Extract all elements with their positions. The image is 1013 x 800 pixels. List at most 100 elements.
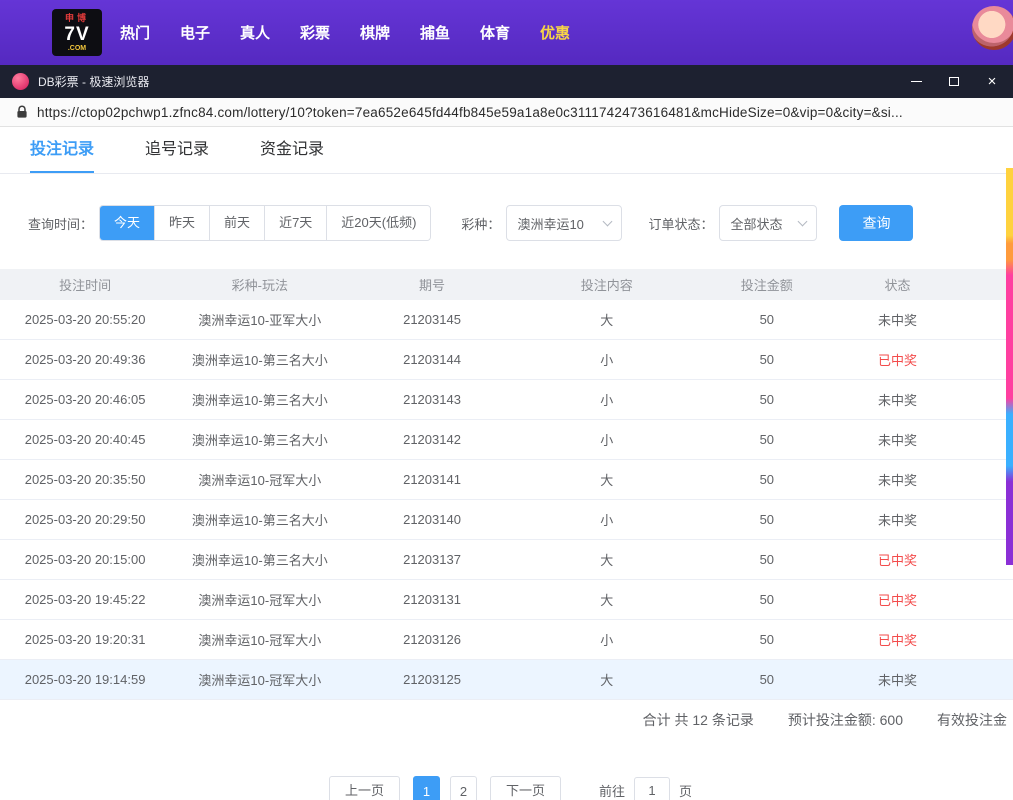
cell-issue: 21203137 [349,552,514,567]
cell-status: 已中奖 [835,550,961,569]
window-controls: × [897,65,1011,98]
pagination: 上一页 1 2 下一页 前往 页 [0,776,1013,800]
tab-fund-records[interactable]: 资金记录 [260,128,324,173]
cell-issue: 21203126 [349,632,514,647]
cell-time: 2025-03-20 20:40:45 [0,432,170,447]
maximize-button[interactable] [935,65,973,98]
cell-status: 未中奖 [835,390,961,409]
logo-main-text: 7V [64,25,89,44]
tab-bet-records[interactable]: 投注记录 [30,128,94,173]
time-filter-label: 查询时间： [28,214,93,233]
cell-game: 澳洲幸运10-第三名大小 [170,550,349,569]
table-row: 2025-03-20 20:40:45 澳洲幸运10-第三名大小 2120314… [0,420,1013,460]
cell-amount: 50 [699,472,835,487]
nav-item-slots[interactable]: 电子 [180,22,210,43]
cell-game: 澳洲幸运10-冠军大小 [170,630,349,649]
cell-game: 澳洲幸运10-冠军大小 [170,470,349,489]
page-number-2[interactable]: 2 [450,776,477,800]
url-text: https://ctop02pchwp1.zfnc84.com/lottery/… [37,105,903,120]
table-row-hovered: 2025-03-20 19:14:59 澳洲幸运10-冠军大小 21203125… [0,660,1013,700]
maximize-icon [949,77,959,86]
minimize-button[interactable] [897,65,935,98]
time-option-yesterday[interactable]: 昨天 [154,206,209,240]
search-button[interactable]: 查询 [839,205,913,241]
prev-page-button[interactable]: 上一页 [329,776,400,800]
page-number-1[interactable]: 1 [413,776,440,800]
cell-time: 2025-03-20 20:29:50 [0,512,170,527]
cell-issue: 21203131 [349,592,514,607]
cell-issue: 21203143 [349,392,514,407]
nav-item-sports[interactable]: 体育 [480,22,510,43]
table-header-row: 投注时间 彩种-玩法 期号 投注内容 投注金额 状态 [0,269,1013,300]
order-status-select-value: 全部状态 [730,214,782,233]
cell-amount: 50 [699,592,835,607]
main-nav: 热门 电子 真人 彩票 棋牌 捕鱼 体育 优惠 [120,0,570,65]
screen: 申博 7V .COM 热门 电子 真人 彩票 棋牌 捕鱼 体育 优惠 DB彩票 … [0,0,1013,800]
header-cell-issue: 期号 [349,275,514,294]
cell-time: 2025-03-20 20:35:50 [0,472,170,487]
nav-item-promo[interactable]: 优惠 [540,22,570,43]
cell-game: 澳洲幸运10-第三名大小 [170,510,349,529]
cell-issue: 21203141 [349,472,514,487]
cell-time: 2025-03-20 20:55:20 [0,312,170,327]
cell-issue: 21203144 [349,352,514,367]
cell-issue: 21203140 [349,512,514,527]
chevron-down-icon [798,216,808,226]
table-row: 2025-03-20 20:35:50 澳洲幸运10-冠军大小 21203141… [0,460,1013,500]
tab-chase-records[interactable]: 追号记录 [145,128,209,173]
summary-total: 合计 共 12 条记录 [643,710,754,730]
goto-page-input[interactable] [634,777,670,800]
summary-expected: 预计投注金额: 600 [788,710,903,730]
close-button[interactable]: × [973,65,1011,98]
cell-game: 澳洲幸运10-第三名大小 [170,350,349,369]
cell-status: 未中奖 [835,470,961,489]
table-row: 2025-03-20 19:45:22 澳洲幸运10-冠军大小 21203131… [0,580,1013,620]
nav-item-live[interactable]: 真人 [240,22,270,43]
logo-top-text: 申博 [65,14,89,23]
cell-game: 澳洲幸运10-第三名大小 [170,390,349,409]
filter-bar: 查询时间： 今天 昨天 前天 近7天 近20天(低频) 彩种： 澳洲幸运10 订… [28,205,1013,241]
cell-status: 已中奖 [835,630,961,649]
table-row: 2025-03-20 20:49:36 澳洲幸运10-第三名大小 2120314… [0,340,1013,380]
cell-content: 大 [515,550,699,569]
cell-status: 已中奖 [835,350,961,369]
site-logo[interactable]: 申博 7V .COM [52,9,102,56]
time-option-today[interactable]: 今天 [100,206,154,240]
nav-item-fishing[interactable]: 捕鱼 [420,22,450,43]
lottery-select[interactable]: 澳洲幸运10 [506,205,622,241]
cell-game: 澳洲幸运10-亚军大小 [170,310,349,329]
lock-icon [16,105,28,119]
table-row: 2025-03-20 20:55:20 澳洲幸运10-亚军大小 21203145… [0,300,1013,340]
summary-row: 合计 共 12 条记录 预计投注金额: 600 有效投注金 [0,710,1013,730]
cell-status: 已中奖 [835,590,961,609]
cell-amount: 50 [699,512,835,527]
avatar[interactable] [972,6,1013,50]
logo-bottom-text: .COM [68,45,86,52]
time-option-20days[interactable]: 近20天(低频) [326,206,430,240]
address-bar[interactable]: https://ctop02pchwp1.zfnc84.com/lottery/… [0,98,1013,127]
window-title: DB彩票 - 极速浏览器 [38,73,149,90]
nav-item-cards[interactable]: 棋牌 [360,22,390,43]
table-row: 2025-03-20 19:20:31 澳洲幸运10-冠军大小 21203126… [0,620,1013,660]
header-cell-status: 状态 [835,275,961,294]
cell-time: 2025-03-20 19:14:59 [0,672,170,687]
cell-amount: 50 [699,312,835,327]
cell-status: 未中奖 [835,670,961,689]
time-option-7days[interactable]: 近7天 [264,206,326,240]
table-row: 2025-03-20 20:46:05 澳洲幸运10-第三名大小 2120314… [0,380,1013,420]
cell-content: 小 [515,390,699,409]
next-page-button[interactable]: 下一页 [490,776,561,800]
lottery-select-value: 澳洲幸运10 [517,214,583,233]
order-status-select[interactable]: 全部状态 [719,205,817,241]
nav-item-lottery[interactable]: 彩票 [300,22,330,43]
goto-suffix: 页 [679,781,692,800]
time-option-2days-ago[interactable]: 前天 [209,206,264,240]
summary-valid: 有效投注金 [937,710,1007,730]
header-cell-amount: 投注金额 [699,275,835,294]
cell-game: 澳洲幸运10-冠军大小 [170,590,349,609]
nav-item-hot[interactable]: 热门 [120,22,150,43]
cell-content: 小 [515,430,699,449]
cell-game: 澳洲幸运10-第三名大小 [170,430,349,449]
cell-amount: 50 [699,632,835,647]
time-filter-group: 今天 昨天 前天 近7天 近20天(低频) [99,205,431,241]
